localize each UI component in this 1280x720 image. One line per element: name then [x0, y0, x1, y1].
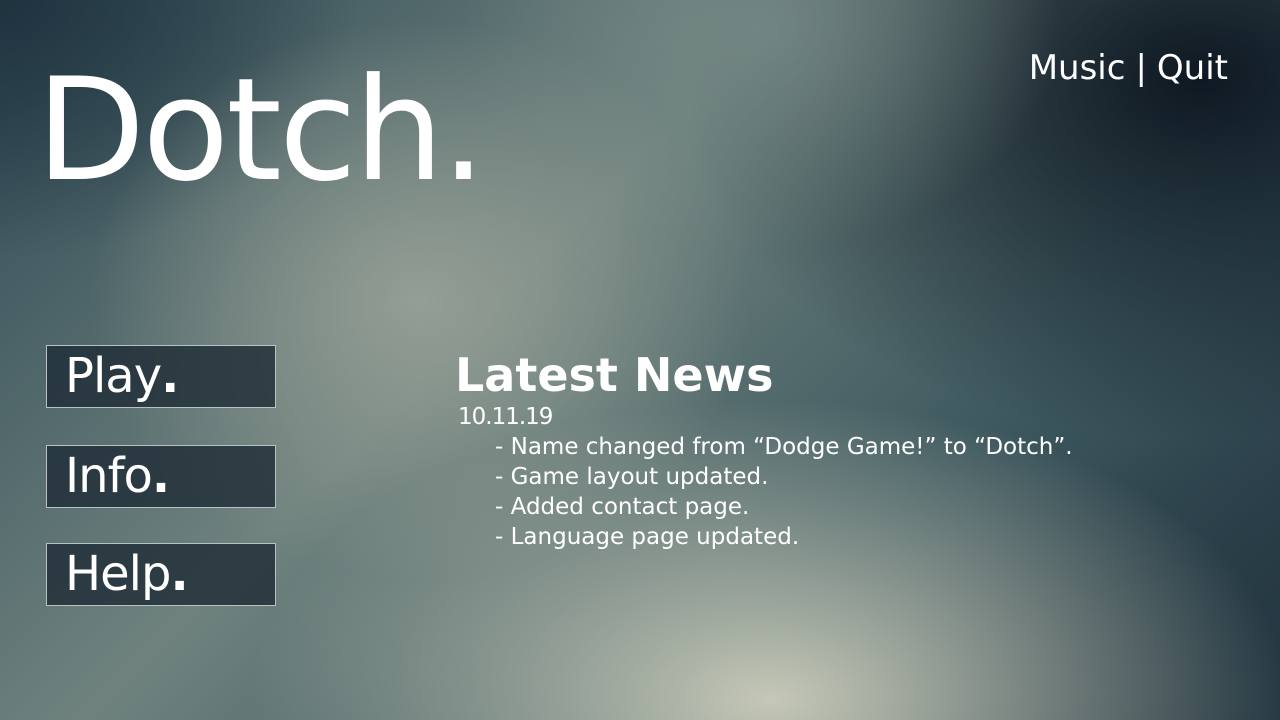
game-title: Dotch.	[36, 60, 486, 202]
menu-separator: |	[1135, 48, 1147, 88]
game-title-dot: .	[440, 48, 486, 213]
quit-button[interactable]: Quit	[1157, 48, 1228, 88]
music-button[interactable]: Music	[1029, 48, 1126, 88]
news-item: - Name changed from “Dodge Game!” to “Do…	[495, 434, 1073, 460]
news-heading: Latest News	[455, 348, 774, 402]
game-title-text: Dotch	[36, 48, 444, 213]
play-button-label: Play	[65, 348, 162, 404]
play-button-dot: .	[161, 348, 179, 404]
top-menu: Music | Quit	[1029, 48, 1228, 88]
news-item: - Language page updated.	[495, 524, 800, 550]
info-button-label: Info	[65, 448, 153, 504]
play-button[interactable]: Play.	[46, 345, 276, 408]
help-button[interactable]: Help.	[46, 543, 276, 606]
help-button-label: Help	[65, 546, 171, 602]
info-button-dot: .	[151, 448, 170, 504]
help-button-dot: .	[170, 546, 188, 602]
news-panel: Latest News 10.11.19 - Name changed from…	[455, 346, 1073, 552]
info-button[interactable]: Info.	[46, 445, 276, 508]
news-item: - Game layout updated.	[495, 464, 769, 490]
news-item: - Added contact page.	[495, 494, 750, 520]
news-list: - Name changed from “Dodge Game!” to “Do…	[495, 432, 1073, 552]
news-date: 10.11.19	[458, 404, 553, 430]
